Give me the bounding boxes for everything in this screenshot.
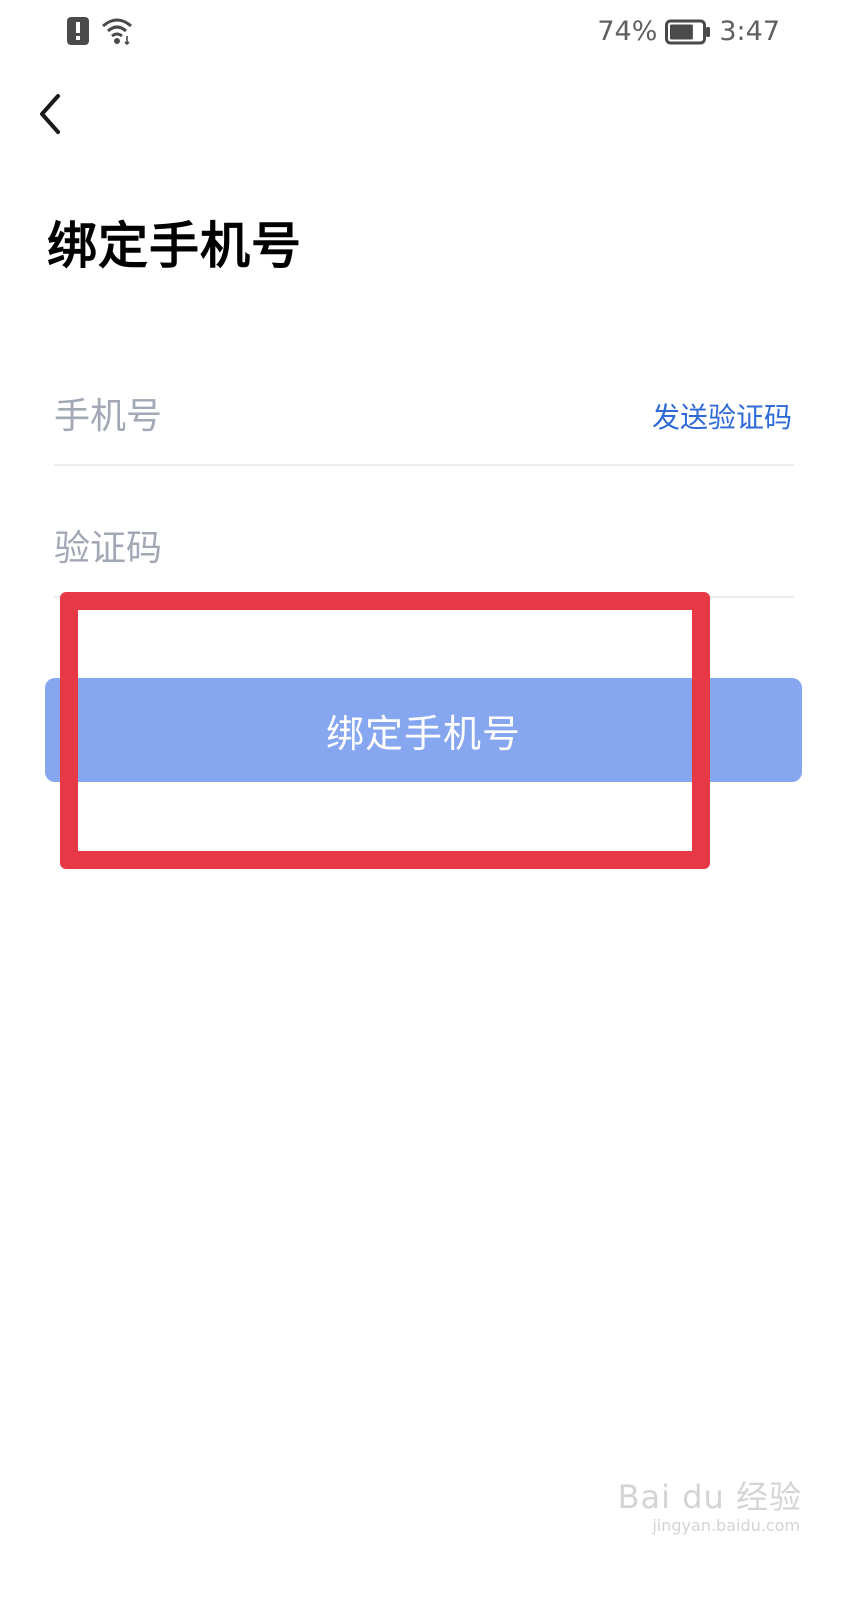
status-right: 74% 3:47 [597,16,780,47]
code-field-row [54,518,794,578]
back-button[interactable] [30,90,74,138]
verification-code-input[interactable] [54,518,614,578]
battery-percent: 74% [597,16,658,47]
watermark-logo: Bai du 经验 jingyan.baidu.com [618,1462,802,1542]
send-code-button[interactable]: 发送验证码 [652,396,792,436]
status-left-icons [66,16,134,46]
status-bar: 74% 3:47 [0,0,864,64]
alert-icon [67,17,89,45]
watermark-sub-text: jingyan.baidu.com [652,1516,800,1535]
wifi-icon [102,18,132,46]
bind-phone-button[interactable]: 绑定手机号 [45,678,802,782]
battery-icon [665,19,711,44]
phone-field-row: 发送验证码 [54,386,794,446]
phone-divider [54,464,794,466]
code-divider [54,596,794,598]
clock: 3:47 [719,16,780,47]
page-title: 绑定手机号 [47,217,302,275]
watermark-main-text: Bai du 经验 [617,1478,802,1516]
phone-input[interactable] [54,386,614,446]
chevron-left-icon [40,94,60,134]
